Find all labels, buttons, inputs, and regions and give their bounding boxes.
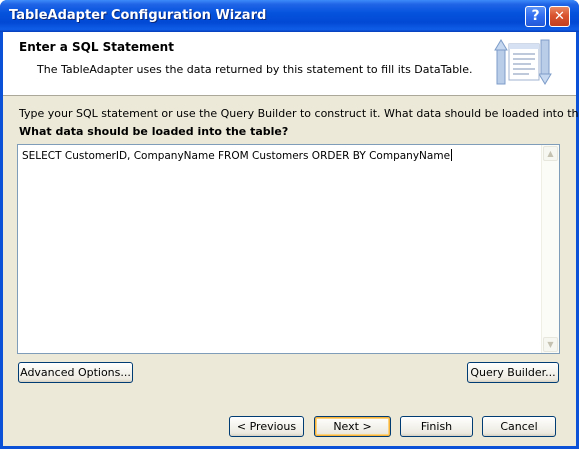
- query-builder-button[interactable]: Query Builder...: [467, 362, 559, 383]
- scroll-down-icon[interactable]: ▼: [543, 337, 558, 352]
- previous-button[interactable]: < Previous: [229, 416, 304, 437]
- text-caret: [451, 149, 453, 161]
- title-bar[interactable]: TableAdapter Configuration Wizard ? ✕: [0, 0, 579, 32]
- dialog-client-area: Enter a SQL Statement The TableAdapter u…: [3, 32, 579, 446]
- advanced-options-button[interactable]: Advanced Options...: [18, 362, 133, 383]
- sql-prompt-label: What data should be loaded into the tabl…: [19, 125, 289, 138]
- sql-statement-textarea[interactable]: SELECT CustomerID, CompanyName FROM Cust…: [17, 144, 560, 354]
- sql-statement-text: SELECT CustomerID, CompanyName FROM Cust…: [22, 149, 453, 162]
- close-button[interactable]: ✕: [549, 6, 570, 27]
- wizard-banner-icon: [494, 39, 552, 85]
- finish-button[interactable]: Finish: [400, 416, 473, 437]
- sql-text-content: SELECT CustomerID, CompanyName FROM Cust…: [22, 150, 451, 162]
- scroll-up-icon[interactable]: ▲: [543, 146, 558, 161]
- cancel-button[interactable]: Cancel: [482, 416, 556, 437]
- next-button[interactable]: Next >: [314, 416, 391, 437]
- wizard-window: TableAdapter Configuration Wizard ? ✕ En…: [0, 0, 579, 449]
- wizard-header: Enter a SQL Statement The TableAdapter u…: [3, 32, 576, 96]
- vertical-scrollbar[interactable]: ▲ ▼: [541, 145, 559, 353]
- window-title: TableAdapter Configuration Wizard: [9, 8, 267, 23]
- page-description: The TableAdapter uses the data returned …: [37, 63, 473, 76]
- help-button[interactable]: ?: [525, 6, 546, 27]
- instruction-text: Type your SQL statement or use the Query…: [19, 107, 579, 120]
- page-title: Enter a SQL Statement: [19, 40, 174, 54]
